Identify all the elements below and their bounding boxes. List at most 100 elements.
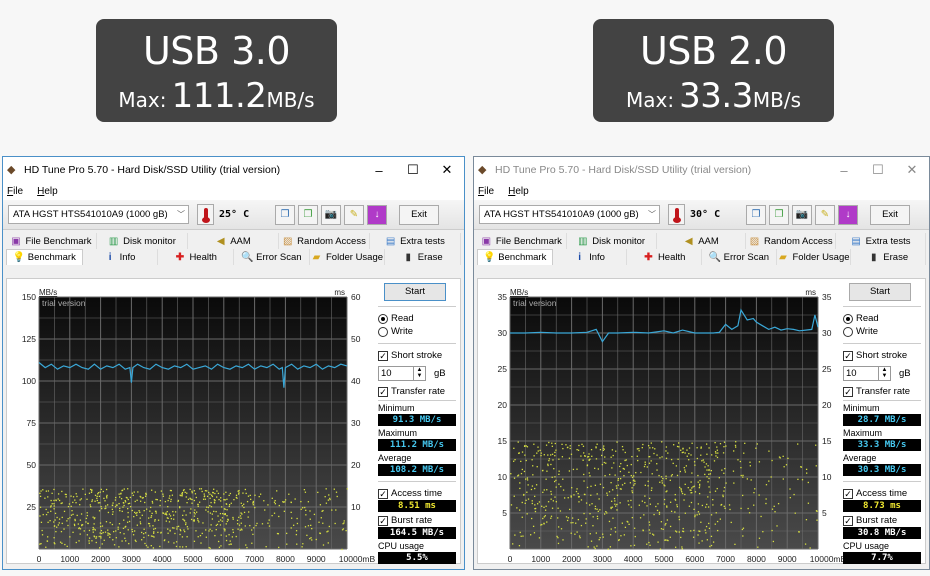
tab-folder-usage[interactable]: ▰ Folder Usage	[310, 249, 386, 265]
short-stroke-checkbox[interactable]: ✓ Short stroke	[378, 349, 456, 362]
read-radio[interactable]: Read	[843, 312, 921, 325]
checkmark-icon[interactable]: ✓	[843, 350, 853, 361]
options-button[interactable]: ✎	[344, 204, 364, 225]
save-button[interactable]: ↓	[367, 204, 387, 225]
write-radio[interactable]: Write	[378, 325, 456, 338]
short-stroke-input[interactable]: 10	[378, 366, 414, 381]
radio-write-indicator[interactable]	[378, 326, 388, 337]
scatter-point	[246, 546, 248, 549]
access-time-checkbox[interactable]: ✓ Access time	[378, 487, 456, 500]
tab-health[interactable]: ✚ Health	[158, 249, 235, 265]
short-stroke-input[interactable]: 10	[843, 366, 879, 381]
short-stroke-stepper[interactable]: 10 ▲ ▼ gB	[378, 366, 456, 381]
copy-screenshot-button[interactable]: ❐	[769, 204, 789, 225]
tab-erase[interactable]: ▮ Erase	[385, 249, 462, 265]
tab-aam[interactable]: ◀ AAM	[188, 233, 279, 249]
short-stroke-checkbox[interactable]: ✓ Short stroke	[843, 349, 921, 362]
scatter-point	[99, 522, 102, 524]
close-button[interactable]: ✕	[895, 162, 929, 178]
drive-select[interactable]: ATA HGST HTS541010A9 (1000 gB) ﹀	[8, 205, 189, 224]
copy-info-button[interactable]: ❐	[746, 204, 766, 225]
tab-row-1: ▣ File Benchmark ▥ Disk monitor ◀ AAM ▨ Rand…	[6, 233, 461, 249]
tab-random-access[interactable]: ▨ Random Access	[746, 233, 837, 249]
tab-disk-monitor[interactable]: ▥ Disk monitor	[567, 233, 657, 249]
access-time-checkbox[interactable]: ✓ Access time	[843, 487, 921, 500]
scatter-point	[205, 509, 207, 511]
scatter-point	[510, 473, 512, 475]
scatter-point	[320, 517, 322, 519]
scatter-point	[631, 487, 633, 489]
read-label: Read	[391, 313, 414, 324]
checkmark-icon[interactable]: ✓	[378, 386, 388, 397]
menu-file[interactable]: File	[7, 186, 23, 197]
scatter-point	[53, 521, 55, 523]
tab-extra-tests[interactable]: ▤ Extra tests	[836, 233, 926, 249]
radio-read-indicator[interactable]	[378, 313, 388, 324]
tab-file-benchmark[interactable]: ▣ File Benchmark	[477, 233, 567, 249]
transfer-rate-checkbox[interactable]: ✓ Transfer rate	[378, 385, 456, 398]
tab-file-benchmark[interactable]: ▣ File Benchmark	[6, 233, 97, 249]
scatter-point	[756, 443, 758, 445]
close-button[interactable]: ✕	[430, 162, 464, 178]
radio-write-indicator[interactable]	[843, 326, 853, 337]
checkmark-icon[interactable]: ✓	[378, 515, 388, 526]
scatter-point	[214, 499, 216, 502]
tab-aam[interactable]: ◀ AAM	[657, 233, 747, 249]
stepper-arrows[interactable]: ▲ ▼	[414, 366, 426, 381]
tab-folder-usage[interactable]: ▰ Folder Usage	[777, 249, 852, 265]
tab-info[interactable]: i Info	[553, 249, 628, 265]
title-bar[interactable]: ◆ HD Tune Pro 5.70 - Hard Disk/SSD Utili…	[474, 157, 929, 183]
stepper-arrows[interactable]: ▲ ▼	[879, 366, 891, 381]
tab-extra-tests[interactable]: ▤ Extra tests	[370, 233, 461, 249]
tab-benchmark[interactable]: 💡 Benchmark	[477, 249, 553, 265]
checkmark-icon[interactable]: ✓	[843, 386, 853, 397]
title-bar[interactable]: ◆ HD Tune Pro 5.70 - Hard Disk/SSD Utili…	[3, 157, 464, 183]
scatter-point	[705, 506, 707, 508]
tab-random-access[interactable]: ▨ Random Access	[279, 233, 370, 249]
burst-rate-checkbox[interactable]: ✓ Burst rate	[843, 514, 921, 527]
scatter-point	[721, 469, 723, 471]
write-radio[interactable]: Write	[843, 325, 921, 338]
menu-file[interactable]: File	[478, 186, 494, 197]
minimize-button[interactable]: –	[827, 163, 861, 178]
tab-info[interactable]: i Info	[83, 249, 159, 265]
scatter-point	[106, 504, 109, 506]
radio-read-indicator[interactable]	[843, 313, 853, 324]
scatter-point	[594, 505, 597, 508]
scatter-point	[732, 470, 735, 472]
tab-erase[interactable]: ▮ Erase	[851, 249, 927, 265]
menu-help[interactable]: Help	[37, 186, 58, 197]
start-button[interactable]: Start	[384, 283, 446, 301]
scatter-point	[121, 510, 123, 513]
menu-help[interactable]: Help	[508, 186, 529, 197]
copy-info-button[interactable]: ❐	[275, 204, 295, 225]
burst-rate-checkbox[interactable]: ✓ Burst rate	[378, 514, 456, 527]
checkmark-icon[interactable]: ✓	[378, 488, 388, 499]
tab-health[interactable]: ✚ Health	[627, 249, 703, 265]
checkmark-icon[interactable]: ✓	[378, 350, 388, 361]
minimize-button[interactable]: –	[362, 163, 396, 178]
exit-button[interactable]: Exit	[870, 204, 910, 225]
drive-select[interactable]: ATA HGST HTS541010A9 (1000 gB) ﹀	[479, 205, 660, 224]
exit-button[interactable]: Exit	[399, 204, 439, 225]
read-radio[interactable]: Read	[378, 312, 456, 325]
checkmark-icon[interactable]: ✓	[843, 488, 853, 499]
scatter-point	[88, 529, 91, 532]
start-button[interactable]: Start	[849, 283, 911, 301]
checkmark-icon[interactable]: ✓	[843, 515, 853, 526]
write-label: Write	[391, 326, 413, 337]
tab-error-scan[interactable]: 🔍 Error Scan	[234, 249, 310, 265]
save-button[interactable]: ↓	[838, 204, 858, 225]
scatter-point	[644, 461, 646, 463]
screenshot-button[interactable]: 📷	[321, 204, 341, 225]
tab-error-scan[interactable]: 🔍 Error Scan	[702, 249, 777, 265]
maximize-button[interactable]: ☐	[861, 162, 895, 178]
screenshot-button[interactable]: 📷	[792, 204, 812, 225]
short-stroke-stepper[interactable]: 10 ▲ ▼ gB	[843, 366, 921, 381]
options-button[interactable]: ✎	[815, 204, 835, 225]
tab-disk-monitor[interactable]: ▥ Disk monitor	[97, 233, 188, 249]
transfer-rate-checkbox[interactable]: ✓ Transfer rate	[843, 385, 921, 398]
tab-benchmark[interactable]: 💡 Benchmark	[6, 249, 83, 265]
maximize-button[interactable]: ☐	[396, 162, 430, 178]
copy-screenshot-button[interactable]: ❐	[298, 204, 318, 225]
